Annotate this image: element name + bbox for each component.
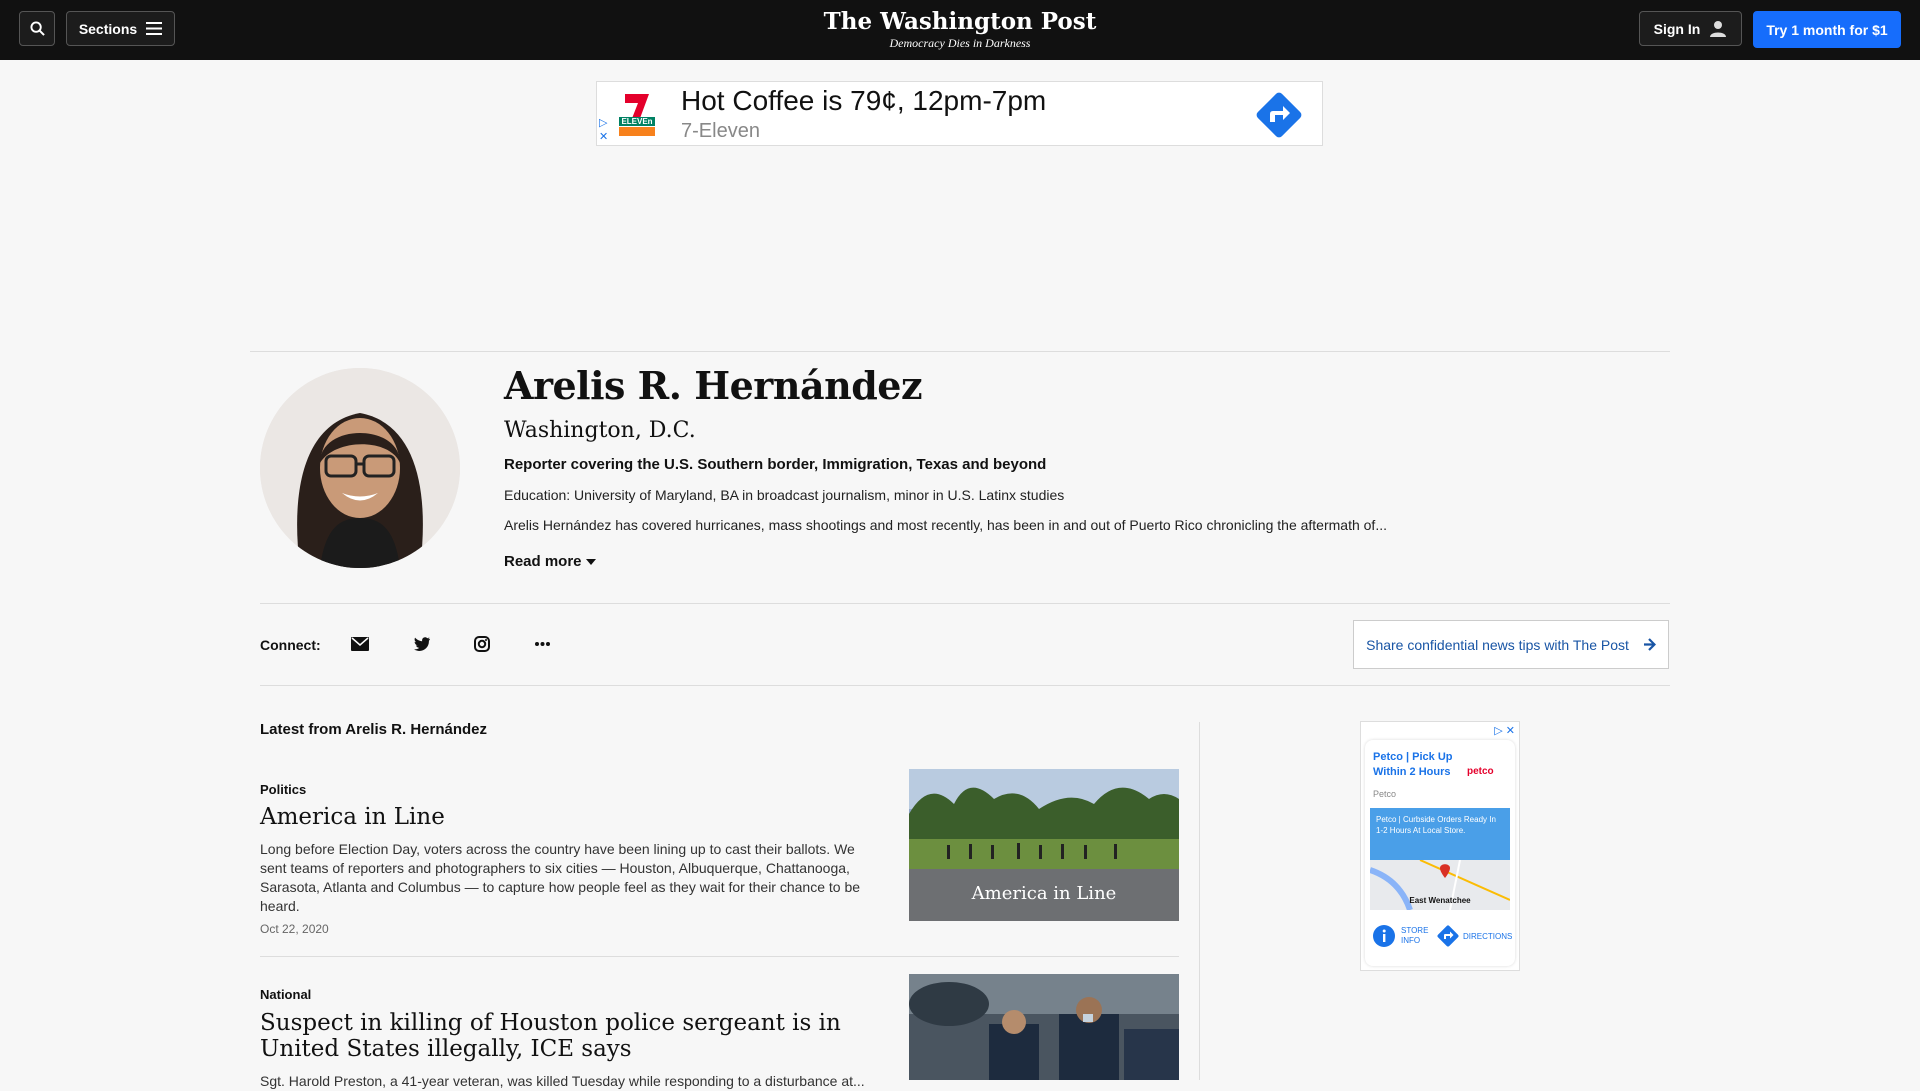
divider — [250, 351, 1670, 352]
read-more-label: Read more — [504, 553, 582, 570]
latest-heading: Latest from Arelis R. Hernández — [260, 721, 487, 738]
directions-arrow-icon[interactable] — [1256, 92, 1302, 138]
share-news-tips-button[interactable]: Share confidential news tips with The Po… — [1353, 620, 1669, 669]
instagram-icon — [474, 636, 490, 652]
column-divider — [1199, 722, 1200, 1080]
seven-eleven-logo: ELEVEn — [619, 91, 655, 137]
search-button[interactable] — [19, 11, 55, 46]
user-icon — [1710, 20, 1727, 37]
ad-headline: Hot Coffee is 79¢, 12pm-7pm — [681, 85, 1047, 116]
ad-promo: Petco | Curbside Orders Ready In 1-2 Hou… — [1370, 808, 1510, 860]
more-dots-icon — [534, 642, 550, 646]
twitter-icon — [413, 637, 430, 651]
ad-title: Petco | Pick Up Within 2 Hours — [1373, 751, 1453, 778]
ad-choices-icon[interactable]: ▷ ✕ — [1494, 724, 1515, 737]
arrow-right-icon — [1643, 638, 1656, 651]
site-logo[interactable]: The Washington Post Democracy Dies in Da… — [800, 8, 1120, 50]
petco-logo: petco — [1467, 766, 1494, 777]
petco-ad-card[interactable]: Petco | Pick Up Within 2 Hours petco Pet… — [1365, 740, 1515, 966]
story-blurb: Long before Election Day, voters across … — [260, 841, 861, 914]
twitter-link[interactable] — [410, 633, 432, 655]
email-link[interactable] — [349, 633, 371, 655]
subscribe-button[interactable]: Try 1 month for $1 — [1753, 11, 1901, 48]
story-title[interactable]: Suspect in killing of Houston police ser… — [260, 1010, 880, 1062]
author-location: Washington, D.C. — [504, 418, 696, 443]
ad-choices-icon[interactable]: ▷ ✕ — [599, 116, 608, 144]
author-name: Arelis R. Hernández — [504, 363, 923, 408]
map-image: Petco | Curbside Orders Ready In 1-2 Hou… — [1370, 808, 1510, 910]
sign-in-button[interactable]: Sign In — [1639, 11, 1742, 46]
sidebar-ad[interactable]: ▷ ✕ Petco | Pick Up Within 2 Hours petco… — [1360, 721, 1520, 971]
ad-advertiser: Petco — [1373, 789, 1397, 799]
map-label: East Wenatchee — [1409, 896, 1471, 905]
author-education: Education: University of Maryland, BA in… — [504, 487, 1065, 503]
read-more-button[interactable]: Read more — [504, 553, 596, 570]
story-thumbnail[interactable] — [909, 974, 1179, 1080]
caret-down-icon — [585, 558, 596, 565]
instagram-link[interactable] — [471, 633, 493, 655]
story-kicker[interactable]: Politics — [260, 782, 306, 797]
directions-button[interactable]: DIRECTIONS — [1437, 925, 1512, 947]
story-kicker[interactable]: National — [260, 987, 311, 1002]
connect-label: Connect: — [260, 637, 321, 653]
info-icon — [1373, 925, 1395, 947]
thumbnail-caption: America in Line — [971, 883, 1117, 904]
top-banner-ad[interactable]: ▷ ✕ ELEVEn Hot Coffee is 79¢, 12pm-7pm 7-… — [596, 81, 1323, 146]
store-info-button[interactable]: STORE INFO — [1373, 925, 1431, 947]
divider — [260, 956, 1179, 957]
tips-label: Share confidential news tips with The Po… — [1366, 636, 1629, 653]
sign-in-label: Sign In — [1653, 20, 1701, 37]
svg-text:ELEVEn: ELEVEn — [621, 117, 652, 126]
logo-title: The Washington Post — [823, 8, 1097, 35]
store-info-label: STORE INFO — [1401, 926, 1429, 945]
logo-tagline: Democracy Dies in Darkness — [889, 36, 1031, 50]
directions-icon — [1437, 925, 1459, 947]
story-title[interactable]: America in Line — [260, 804, 880, 830]
author-avatar — [260, 368, 460, 568]
search-icon — [29, 21, 45, 36]
author-bio: Arelis Hernández has covered hurricanes,… — [504, 517, 1387, 533]
divider — [260, 685, 1670, 686]
hamburger-menu-icon — [146, 22, 163, 35]
directions-label: DIRECTIONS — [1463, 931, 1513, 941]
more-options-link[interactable] — [531, 633, 553, 655]
story-blurb: Sgt. Harold Preston, a 41-year veteran, … — [260, 1073, 865, 1089]
ad-advertiser: 7-Eleven — [681, 120, 760, 142]
divider — [260, 603, 1670, 604]
sections-menu-button[interactable]: Sections — [66, 11, 175, 46]
story-date: Oct 22, 2020 — [260, 922, 329, 936]
sections-label: Sections — [78, 20, 138, 37]
envelope-icon — [351, 637, 369, 651]
top-navigation-bar: Sections The Washington Post Democracy D… — [0, 0, 1920, 60]
author-role: Reporter covering the U.S. Southern bord… — [504, 456, 1047, 473]
story-thumbnail[interactable]: America in Line — [909, 769, 1179, 921]
